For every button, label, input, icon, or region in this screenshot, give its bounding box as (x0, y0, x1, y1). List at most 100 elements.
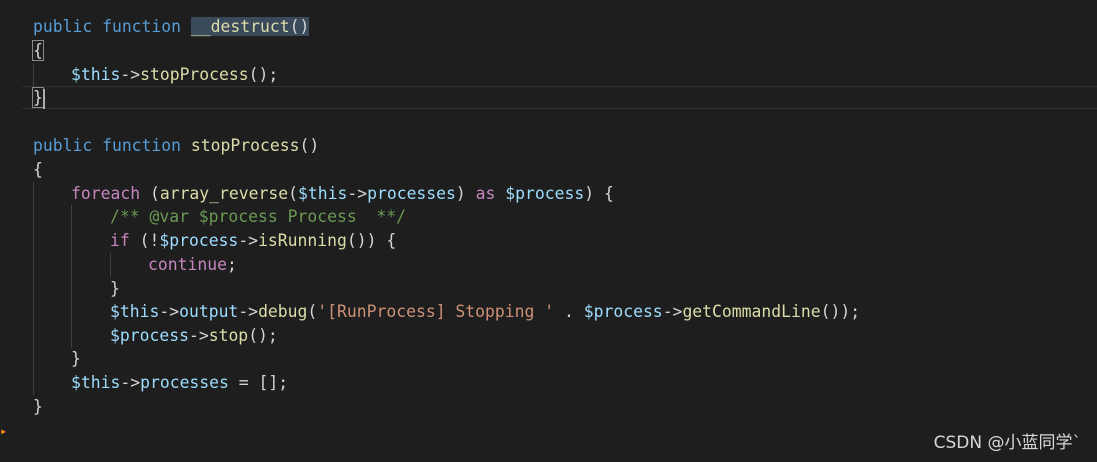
code-token: -> (662, 302, 683, 321)
code-text: foreach (array_reverse($this->processes)… (71, 182, 614, 206)
code-token: continue (148, 255, 227, 274)
indent-guide (33, 182, 34, 206)
code-token: processes (140, 373, 229, 392)
code-text: $process->stop(); (110, 324, 278, 348)
code-line[interactable]: $this->processes = []; (0, 371, 1097, 395)
code-token: isRunning (258, 231, 347, 250)
indent-guide (33, 347, 34, 371)
code-token: $this (298, 184, 348, 203)
code-line[interactable]: $this->output->debug('[RunProcess] Stopp… (0, 300, 1097, 324)
indent-guide (71, 205, 72, 229)
code-line[interactable]: $process->stop(); (0, 324, 1097, 348)
code-token: stopProcess (140, 65, 249, 84)
code-token: } (71, 349, 81, 368)
code-text: { (33, 158, 43, 182)
code-token: stop (208, 326, 249, 345)
code-token: () (289, 17, 310, 36)
indent-guide (33, 277, 34, 301)
code-token: -> (238, 302, 259, 321)
code-token: $process (159, 231, 239, 250)
code-token: $this (110, 302, 160, 321)
code-token: } (110, 279, 120, 298)
text-cursor (43, 89, 45, 109)
code-editor[interactable]: public function __destruct() { $this->st… (0, 0, 1097, 462)
code-line[interactable]: /** @var $process Process **/ (0, 205, 1097, 229)
code-token: $this (71, 373, 121, 392)
code-token: } (33, 397, 43, 416)
code-token: $process (583, 302, 663, 321)
indent-guide (33, 229, 34, 253)
code-line[interactable]: if (!$process->isRunning()) { (0, 229, 1097, 253)
code-text: /** @var $process Process **/ (110, 205, 406, 229)
code-text: } (32, 86, 44, 110)
code-text: if (!$process->isRunning()) { (110, 229, 396, 253)
code-line[interactable]: } (0, 277, 1097, 301)
code-line[interactable]: foreach (array_reverse($this->processes)… (0, 182, 1097, 206)
code-line[interactable]: } (0, 395, 1097, 419)
code-token: stopProcess (190, 136, 300, 155)
indent-guide (33, 205, 34, 229)
code-line[interactable]: { (0, 39, 1097, 63)
code-text: $this->output->debug('[RunProcess] Stopp… (110, 300, 860, 324)
code-token: $this (71, 65, 121, 84)
code-text: public function __destruct() (33, 15, 310, 39)
indent-guide (33, 300, 34, 324)
indent-guide (33, 253, 34, 277)
code-token: output (179, 302, 239, 321)
code-token: (! (129, 231, 160, 250)
code-text: { (32, 39, 44, 63)
code-line[interactable]: } (0, 86, 1097, 110)
code-line[interactable]: } (0, 347, 1097, 371)
indent-guide (71, 300, 72, 324)
code-token: (); (248, 326, 278, 345)
code-text: $this->stopProcess(); (71, 63, 278, 87)
code-token: function (102, 136, 191, 155)
code-token: ; (226, 255, 237, 274)
code-token: ( (140, 184, 160, 203)
code-line[interactable]: public function __destruct() (0, 15, 1097, 39)
indent-guide (33, 371, 34, 395)
code-token: { (33, 160, 43, 179)
code-line[interactable]: public function stopProcess() (0, 134, 1097, 158)
code-token: -> (347, 184, 368, 203)
indent-guide (33, 63, 34, 87)
code-token: public (33, 136, 103, 155)
code-token: processes (367, 184, 456, 203)
indent-guide (71, 277, 72, 301)
code-token: ( (288, 184, 298, 203)
code-line[interactable]: { (0, 158, 1097, 182)
indent-guide (71, 324, 72, 348)
code-token: array_reverse (159, 184, 289, 203)
code-token: $process (505, 184, 585, 203)
code-token: __destruct (190, 17, 290, 36)
code-token: foreach (71, 184, 141, 203)
code-token: public (33, 17, 103, 36)
code-token: = []; (228, 373, 289, 392)
code-line[interactable]: $this->stopProcess(); (0, 63, 1097, 87)
indent-guide (71, 253, 72, 277)
code-token: -> (159, 302, 180, 321)
code-text: } (33, 395, 43, 419)
code-token: -> (120, 373, 141, 392)
code-token: getCommandLine (682, 302, 821, 321)
code-text: public function stopProcess() (33, 134, 319, 158)
indent-guide (71, 229, 72, 253)
code-token: ( (307, 302, 318, 321)
code-token: if (110, 231, 130, 250)
breakpoint-marker-icon: ▸ (0, 424, 8, 438)
code-token: ()); (820, 302, 861, 321)
code-token: debug (258, 302, 308, 321)
code-text: } (71, 347, 81, 371)
code-token: ) { (584, 184, 614, 203)
code-token: as (475, 184, 496, 203)
code-text: $this->processes = []; (71, 371, 288, 395)
code-token: -> (188, 326, 209, 345)
code-line[interactable]: continue; (0, 253, 1097, 277)
code-token: ()) { (346, 231, 397, 250)
code-line[interactable] (0, 110, 1097, 134)
code-token: -> (238, 231, 259, 250)
code-token: /** @var $process Process **/ (110, 207, 407, 226)
code-text: } (110, 277, 120, 301)
csdn-watermark: CSDN @小蓝同学` (933, 433, 1081, 453)
